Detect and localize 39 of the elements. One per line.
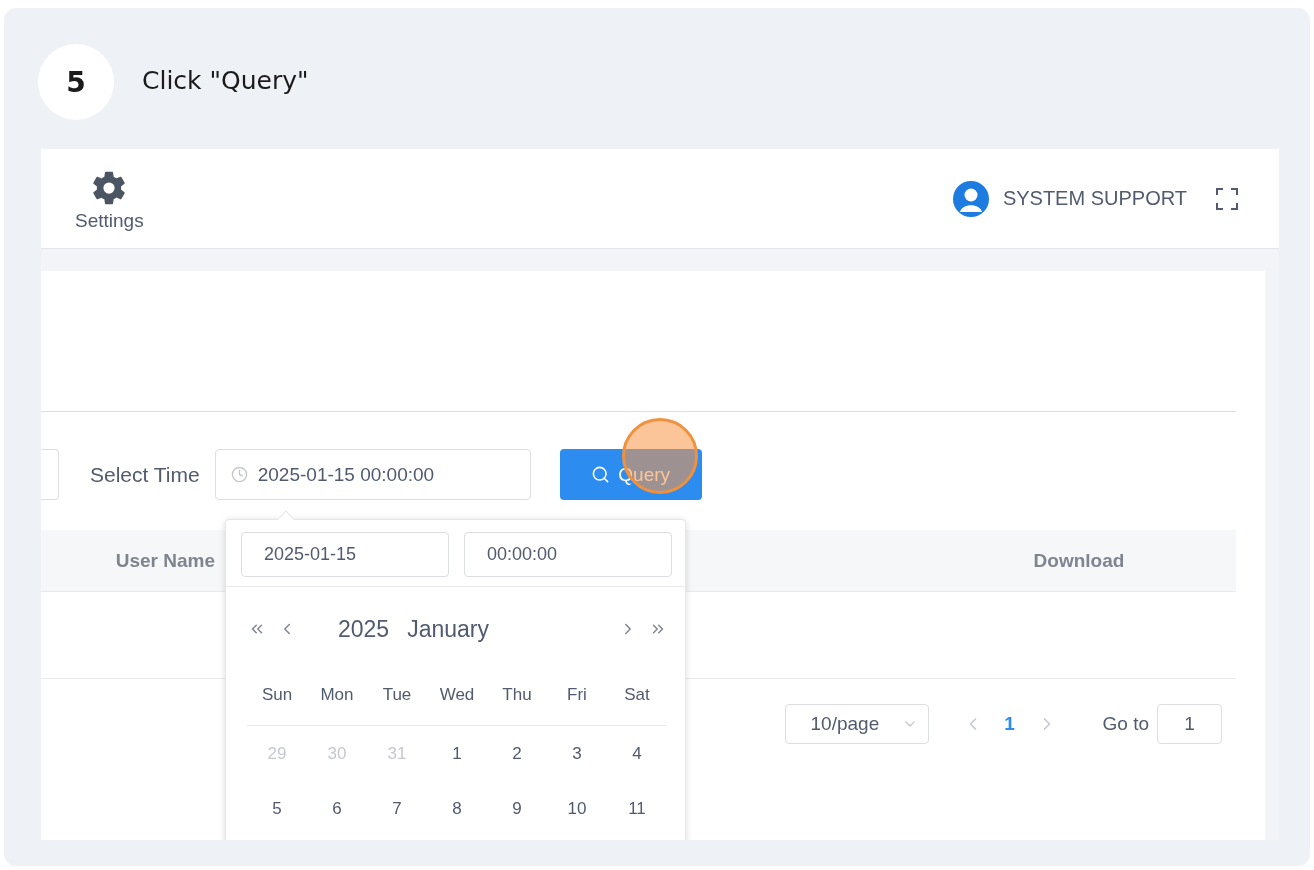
weekday-label: Thu [501,684,533,706]
calendar-day[interactable]: 5 [247,781,307,836]
column-header: Download [1032,549,1126,572]
calendar-day[interactable]: 7 [367,781,427,836]
search-icon [591,465,611,484]
user-avatar-icon [952,180,989,217]
calendar-day[interactable]: 4 [607,726,667,781]
weekday-label: Wed [438,684,476,706]
step-instruction: Click "Query" [142,66,309,95]
time-field[interactable]: 00:00:00 [464,532,672,577]
weekday-label: Tue [381,684,413,706]
settings-button[interactable]: Settings [75,169,144,232]
calendar-day[interactable]: 9 [487,781,547,836]
calendar-day[interactable]: 11 [607,781,667,836]
calendar-day[interactable]: 6 [307,781,367,836]
date-field[interactable]: 2025-01-15 [241,532,449,577]
page-size-select[interactable]: 10/page [784,704,929,744]
calendar-day[interactable]: 8 [427,781,487,836]
calendar-day[interactable]: 3 [547,726,607,781]
goto-field[interactable]: 1 [1157,704,1222,744]
weekday-label: Sun [260,684,294,706]
weekday-label: Mon [319,684,355,706]
field-label: Select Time [90,462,200,487]
month-selector[interactable]: January [407,615,489,643]
column-header: User Name [114,549,215,572]
input-field[interactable] [41,449,59,500]
year-selector[interactable]: 2025 [338,615,390,643]
calendar-day[interactable]: 1 [427,726,487,781]
step-number: 5 [38,44,114,120]
user-name: SYSTEM SUPPORT [1002,187,1187,210]
weekday-label: Sat [623,684,651,706]
clock-icon [230,466,248,483]
calendar-day[interactable]: 10 [547,781,607,836]
weekday-label: Fri [566,684,588,706]
fullscreen-icon[interactable] [1215,186,1239,211]
settings-icon [91,169,128,206]
goto-label: Go to [1102,713,1149,735]
calendar-day[interactable]: 2 [487,726,547,781]
datetime-field[interactable]: 2025-01-15 00:00:00 [214,449,531,500]
